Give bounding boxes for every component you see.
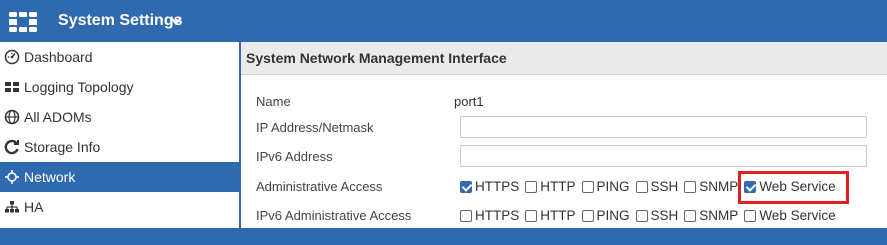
sidebar-item-label: Dashboard [24, 49, 93, 65]
admin-ssh-checkbox[interactable] [635, 180, 648, 193]
ipv6-admin-ping-option[interactable]: PING [581, 208, 630, 223]
option-label: SSH [650, 179, 679, 194]
admin-snmp-option[interactable]: SNMP [684, 179, 738, 194]
admin-http-checkbox[interactable] [525, 180, 538, 193]
ha-icon [5, 201, 19, 213]
option-label: SNMP [699, 179, 739, 194]
sidebar-item-logging-topology[interactable]: Logging Topology [0, 72, 239, 102]
admin-ping-option[interactable]: PING [581, 179, 630, 194]
option-label: HTTP [540, 179, 576, 194]
option-label: HTTPS [475, 179, 520, 194]
ipv6-admin-access-label: IPv6 Administrative Access [256, 208, 412, 223]
option-label: SNMP [699, 208, 739, 223]
ipv6-admin-web-service-checkbox[interactable] [744, 209, 757, 222]
fortinet-logo-icon[interactable] [8, 11, 38, 33]
option-label: SSH [650, 208, 679, 223]
ipv6-admin-ssh-option[interactable]: SSH [635, 208, 679, 223]
refresh-icon [4, 139, 19, 155]
option-label: PING [596, 208, 630, 223]
panel-header: System Network Management Interface [241, 42, 887, 75]
ipv6-admin-http-option[interactable]: HTTP [525, 208, 576, 223]
globe-icon [4, 109, 20, 125]
sidebar-item-label: HA [24, 199, 44, 215]
sidebar-item-label: Storage Info [24, 139, 101, 155]
chevron-down-icon[interactable] [170, 15, 182, 27]
network-icon [5, 170, 19, 184]
ipv6-admin-ping-checkbox[interactable] [581, 209, 594, 222]
admin-access-row: Administrative Access HTTPS HTTP PING SSH SN… [241, 173, 887, 201]
admin-access-label: Administrative Access [256, 179, 383, 194]
sidebar: Dashboard Logging Topology All ADOMs Sto… [0, 42, 239, 228]
main-panel: System Network Management Interface Name… [241, 42, 887, 228]
admin-http-option[interactable]: HTTP [525, 179, 576, 194]
ipv6-label: IPv6 Address [256, 149, 333, 164]
option-label: Web Service [759, 179, 836, 194]
bottom-bar [0, 228, 887, 245]
ipv6-admin-snmp-checkbox[interactable] [684, 209, 697, 222]
sidebar-item-network[interactable]: Network [0, 162, 239, 192]
admin-https-checkbox[interactable] [460, 180, 472, 193]
ipv6-admin-https-checkbox[interactable] [460, 209, 472, 222]
name-label: Name [256, 94, 291, 109]
admin-snmp-checkbox[interactable] [684, 180, 697, 193]
sidebar-item-dashboard[interactable]: Dashboard [0, 42, 239, 72]
admin-web-service-checkbox[interactable] [744, 180, 757, 193]
admin-ssh-option[interactable]: SSH [635, 179, 679, 194]
name-row: Name port1 [241, 88, 887, 116]
name-value: port1 [454, 94, 484, 109]
sidebar-item-label: Logging Topology [24, 79, 134, 95]
app-title[interactable]: System Settings [58, 12, 182, 30]
ipv6-admin-snmp-option[interactable]: SNMP [684, 208, 738, 223]
ip-label: IP Address/Netmask [256, 120, 374, 135]
ipv6-admin-access-row: IPv6 Administrative Access HTTPS HTTP PING… [241, 202, 887, 230]
ipv6-admin-web-service-option[interactable]: Web Service [744, 208, 836, 223]
sidebar-item-label: All ADOMs [24, 109, 92, 125]
topology-icon [5, 82, 19, 92]
sidebar-item-all-adoms[interactable]: All ADOMs [0, 102, 239, 132]
option-label: PING [596, 179, 630, 194]
sidebar-item-ha[interactable]: HA [0, 192, 239, 222]
top-bar: System Settings [0, 0, 887, 42]
sidebar-item-storage-info[interactable]: Storage Info [0, 132, 239, 162]
sidebar-item-label: Network [24, 169, 76, 185]
ipv6-row: IPv6 Address [241, 143, 887, 171]
option-label: Web Service [759, 208, 836, 223]
ipv6-address-input[interactable] [460, 145, 867, 167]
panel-title: System Network Management Interface [246, 50, 507, 66]
admin-ping-checkbox[interactable] [581, 180, 594, 193]
ip-row: IP Address/Netmask [241, 114, 887, 142]
option-label: HTTP [540, 208, 576, 223]
dashboard-icon [4, 49, 20, 65]
ip-netmask-input[interactable] [460, 116, 867, 138]
option-label: HTTPS [475, 208, 520, 223]
ipv6-admin-http-checkbox[interactable] [525, 209, 538, 222]
ipv6-admin-access-options: HTTPS HTTP PING SSH SNMP Web Service [460, 208, 842, 223]
admin-web-service-option[interactable]: Web Service [744, 179, 836, 194]
ipv6-admin-https-option[interactable]: HTTPS [460, 208, 519, 223]
ipv6-admin-ssh-checkbox[interactable] [635, 209, 648, 222]
admin-access-options: HTTPS HTTP PING SSH SNMP Web Service [460, 179, 842, 194]
admin-https-option[interactable]: HTTPS [460, 179, 519, 194]
